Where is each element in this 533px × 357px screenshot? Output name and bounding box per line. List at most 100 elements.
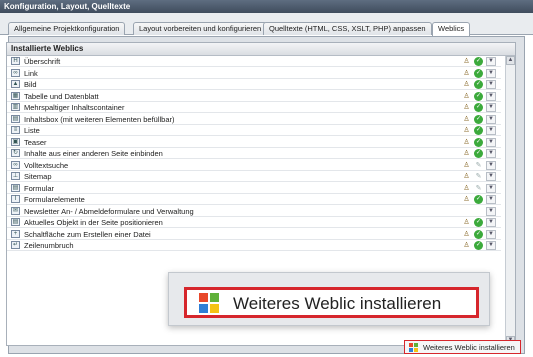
weblic-label: Link	[24, 68, 38, 78]
row-menu-button[interactable]: ▼	[486, 57, 496, 66]
weblic-label: Inhalte aus einer anderen Seite einbinde…	[24, 149, 163, 158]
weblic-row[interactable]: ⊥ Sitemap ♙ ✎ ▼	[7, 171, 501, 182]
weblic-row[interactable]: ▦ Tabelle und Datenblatt ♙ ✓ ▼	[7, 91, 501, 102]
check-icon[interactable]: ✓	[474, 229, 483, 239]
weblic-label: Volltextsuche	[24, 160, 69, 170]
weblic-label: Bild	[24, 80, 37, 89]
check-icon[interactable]: ✓	[474, 80, 483, 89]
user-icon[interactable]: ♙	[462, 230, 471, 239]
check-icon[interactable]: ✓	[474, 137, 483, 147]
check-icon[interactable]: ✓	[474, 195, 483, 204]
check-icon[interactable]: ✓	[474, 103, 483, 112]
row-menu-button[interactable]: ▼	[486, 172, 496, 181]
position-icon: ▤	[11, 218, 20, 226]
check-icon[interactable]: ✓	[474, 68, 483, 78]
user-icon[interactable]: ♙	[462, 115, 471, 124]
table-icon: ▦	[11, 91, 20, 100]
weblic-row[interactable]: ▣ Teaser ♙ ✓ ▼	[7, 137, 501, 148]
check-icon[interactable]: ✓	[474, 149, 483, 158]
user-icon[interactable]: ♙	[462, 218, 471, 227]
weblic-label: Newsletter An- / Abmeldeformulare und Ve…	[24, 206, 194, 216]
tab-quelltexte-anpassen[interactable]: Quelltexte (HTML, CSS, XSLT, PHP) anpass…	[263, 22, 432, 35]
weblic-row[interactable]: ↵ Zeilenumbruch ♙ ✓ ▼	[7, 240, 501, 251]
weblic-label: Teaser	[24, 137, 47, 147]
row-menu-button[interactable]: ▼	[486, 103, 496, 112]
user-icon[interactable]: ♙	[462, 161, 471, 170]
row-menu-button[interactable]: ▼	[486, 68, 496, 78]
row-menu-button[interactable]: ▼	[486, 91, 496, 101]
row-menu-button[interactable]: ▼	[486, 241, 496, 250]
window-title: Konfiguration, Layout, Quelltexte	[0, 0, 533, 13]
weblic-row[interactable]: ✉ Newsletter An- / Abmeldeformulare und V…	[7, 206, 501, 217]
row-menu-button[interactable]: ▼	[486, 114, 496, 124]
tab-allgemeine-projektkonfiguration[interactable]: Allgemeine Projektkonfiguration	[8, 22, 126, 35]
check-icon[interactable]: ✓	[474, 91, 483, 101]
weblic-row[interactable]: I Formularelemente ♙ ✓ ▼	[7, 194, 501, 205]
weblic-row[interactable]: ∞ Link ♙ ✓ ▼	[7, 68, 501, 79]
weblic-label: Formular	[24, 183, 55, 193]
user-icon[interactable]: ♙	[462, 138, 471, 147]
row-menu-button[interactable]: ▼	[486, 195, 496, 204]
row-menu-button[interactable]: ▼	[486, 149, 496, 158]
user-icon[interactable]: ♙	[462, 126, 471, 135]
row-menu-button[interactable]: ▼	[486, 160, 496, 170]
teaser-icon: ▣	[11, 137, 20, 146]
user-icon[interactable]: ♙	[462, 149, 471, 158]
scroll-up-button[interactable]: ▲	[506, 56, 515, 65]
weblic-row[interactable]: + Schaltfläche zum Erstellen einer Datei ♙…	[7, 229, 501, 240]
row-menu-button[interactable]: ▼	[486, 80, 496, 89]
weblic-row[interactable]: H Überschrift ♙ ✓ ▼	[7, 56, 501, 67]
weblic-row[interactable]: ▤ Aktuelles Objekt in der Seite positioni…	[7, 217, 501, 228]
weblic-label: Schaltfläche zum Erstellen einer Datei	[24, 229, 151, 239]
weblic-row[interactable]: ▲ Bild ♙ ✓ ▼	[7, 79, 501, 90]
user-icon[interactable]: ♙	[462, 184, 471, 193]
check-icon[interactable]: ✓	[474, 126, 483, 135]
windows-logo-icon	[199, 293, 219, 313]
user-icon[interactable]: ♙	[462, 57, 471, 66]
check-icon[interactable]: ✓	[474, 241, 483, 250]
user-icon[interactable]: ♙	[462, 80, 471, 89]
weblic-label: Formularelemente	[24, 195, 85, 204]
user-icon[interactable]: ♙	[462, 172, 471, 181]
vertical-scrollbar[interactable]: ▲ ▼	[505, 56, 515, 345]
check-icon[interactable]: ✓	[474, 218, 483, 227]
tab-bar: Allgemeine Projektkonfiguration Layout v…	[0, 13, 533, 36]
weblic-row[interactable]: ▤ Formular ♙ ✎ ▼	[7, 183, 501, 194]
user-icon[interactable]: ♙	[462, 69, 471, 78]
install-weblic-button[interactable]: Weiteres Weblic installieren	[404, 340, 521, 354]
list-icon: ≡	[11, 126, 20, 134]
check-icon[interactable]: ✓	[474, 114, 483, 124]
user-icon[interactable]: ♙	[462, 195, 471, 204]
weblic-row[interactable]: ≡ Liste ♙ ✓ ▼	[7, 125, 501, 136]
weblic-row[interactable]: ▤ Inhaltsbox (mit weiteren Elementen befü…	[7, 114, 501, 125]
linebreak-icon: ↵	[11, 241, 20, 249]
user-icon[interactable]: ♙	[462, 92, 471, 101]
weblic-label: Zeilenumbruch	[24, 241, 74, 250]
weblic-label: Sitemap	[24, 172, 52, 181]
row-menu-button[interactable]: ▼	[486, 126, 496, 135]
box-icon: ▤	[11, 114, 20, 123]
include-page-icon: ↻	[11, 149, 20, 157]
user-icon[interactable]: ♙	[462, 103, 471, 112]
user-icon[interactable]: ♙	[462, 241, 471, 250]
weblic-row[interactable]: ∞ Volltextsuche ♙ ✎ ▼	[7, 160, 501, 171]
tab-weblics[interactable]: Weblics	[432, 22, 471, 36]
install-weblic-large-label: Weiteres Weblic installieren	[233, 294, 442, 313]
install-weblic-large-button[interactable]: Weiteres Weblic installieren	[184, 287, 479, 318]
weblic-row[interactable]: ↻ Inhalte aus einer anderen Seite einbind…	[7, 148, 501, 159]
row-menu-button[interactable]: ▼	[486, 206, 496, 216]
row-menu-button[interactable]: ▼	[486, 218, 496, 227]
tab-layout-vorbereiten[interactable]: Layout vorbereiten und konfigurieren	[133, 22, 268, 35]
edit-icon[interactable]: ✎	[474, 172, 483, 181]
row-menu-button[interactable]: ▼	[486, 137, 496, 147]
edit-icon[interactable]: ✎	[474, 184, 483, 193]
weblic-row[interactable]: ▥ Mehrspaltiger Inhaltscontainer ♙ ✓ ▼	[7, 102, 501, 113]
check-icon[interactable]: ✓	[474, 57, 483, 66]
weblic-label: Mehrspaltiger Inhaltscontainer	[24, 103, 125, 112]
row-menu-button[interactable]: ▼	[486, 229, 496, 239]
windows-logo-icon	[409, 343, 418, 352]
weblic-label: Überschrift	[24, 57, 61, 66]
row-menu-button[interactable]: ▼	[486, 183, 496, 193]
form-element-icon: I	[11, 195, 20, 203]
edit-icon[interactable]: ✎	[474, 161, 483, 170]
